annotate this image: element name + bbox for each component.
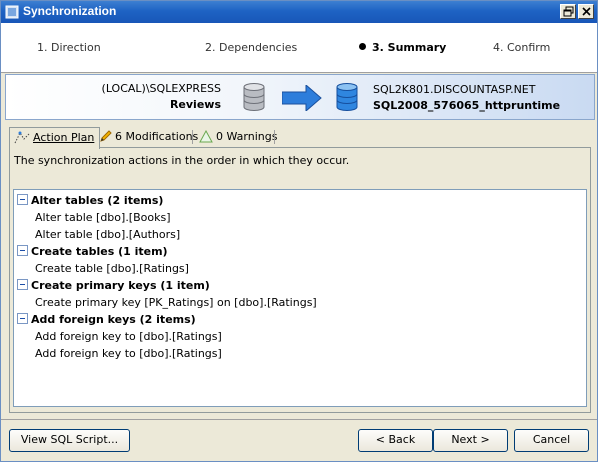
group-title: Create tables (1 item) [31,245,168,258]
warning-icon [199,130,213,143]
tab-modifications[interactable]: 6 Modifications [95,127,203,147]
source-server: (LOCAL)\SQLEXPRESS [101,82,221,95]
close-icon [582,7,591,16]
collapse-icon[interactable] [17,245,28,256]
group-create-tables[interactable]: Create tables (1 item) [17,245,168,258]
step-summary[interactable]: 3. Summary [359,41,446,54]
window-title: Synchronization [23,4,117,18]
tab-action-plan[interactable]: Action Plan [9,127,101,149]
action-plan-panel: The synchronization actions in the order… [9,147,591,413]
connection-banner: (LOCAL)\SQLEXPRESS Reviews SQL2K801.DISC… [5,74,595,120]
tab-warnings-label: 0 Warnings [216,130,278,143]
source-database: Reviews [169,98,221,111]
group-add-foreign-keys[interactable]: Add foreign keys (2 items) [17,313,196,326]
tab-separator [192,130,193,144]
sync-direction-arrow-icon [282,85,322,111]
target-server: SQL2K801.DISCOUNTASP.NET [373,83,536,96]
group-alter-tables[interactable]: Alter tables (2 items) [17,194,163,207]
back-button[interactable]: < Back [358,429,433,452]
list-item[interactable]: Add foreign key to [dbo].[Ratings] [35,347,222,360]
app-icon [5,5,19,19]
collapse-icon[interactable] [17,194,28,205]
step-summary-label: 3. Summary [372,41,447,54]
list-item[interactable]: Alter table [dbo].[Authors] [35,228,180,241]
tab-modifications-label: 6 Modifications [115,130,199,143]
list-item[interactable]: Create table [dbo].[Ratings] [35,262,189,275]
pencil-icon [100,130,112,142]
tab-separator [274,130,275,144]
step-direction[interactable]: 1. Direction [37,41,101,54]
group-create-primary-keys[interactable]: Create primary keys (1 item) [17,279,210,292]
view-sql-script-button[interactable]: View SQL Script... [9,429,130,452]
synchronization-window: Synchronization 1. Direction 2. Dependen… [0,0,598,462]
title-bar: Synchronization [1,1,597,23]
close-button[interactable] [578,4,594,19]
list-item[interactable]: Alter table [dbo].[Books] [35,211,171,224]
target-database-icon [336,83,358,111]
wizard-steps: 1. Direction 2. Dependencies 3. Summary … [1,23,597,73]
tab-action-plan-label: Action Plan [33,131,95,144]
restore-icon [563,6,574,17]
group-title: Alter tables (2 items) [31,194,164,207]
footer-divider [1,419,597,420]
group-title: Create primary keys (1 item) [31,279,210,292]
current-step-dot [359,43,366,50]
collapse-icon[interactable] [17,313,28,324]
action-list[interactable]: Alter tables (2 items) Alter table [dbo]… [13,189,587,407]
step-confirm[interactable]: 4. Confirm [493,41,550,54]
tab-warnings[interactable]: 0 Warnings [195,127,282,147]
list-item[interactable]: Create primary key [PK_Ratings] on [dbo]… [35,296,317,309]
panel-description: The synchronization actions in the order… [14,154,350,167]
next-button[interactable]: Next > [433,429,508,452]
target-database: SQL2008_576065_httpruntime [373,99,561,112]
list-item[interactable]: Add foreign key to [dbo].[Ratings] [35,330,222,343]
collapse-icon[interactable] [17,279,28,290]
step-dependencies[interactable]: 2. Dependencies [205,41,297,54]
restore-button[interactable] [560,4,576,19]
group-title: Add foreign keys (2 items) [31,313,196,326]
source-database-icon [243,83,265,111]
action-plan-icon [14,131,30,144]
cancel-button[interactable]: Cancel [514,429,589,452]
